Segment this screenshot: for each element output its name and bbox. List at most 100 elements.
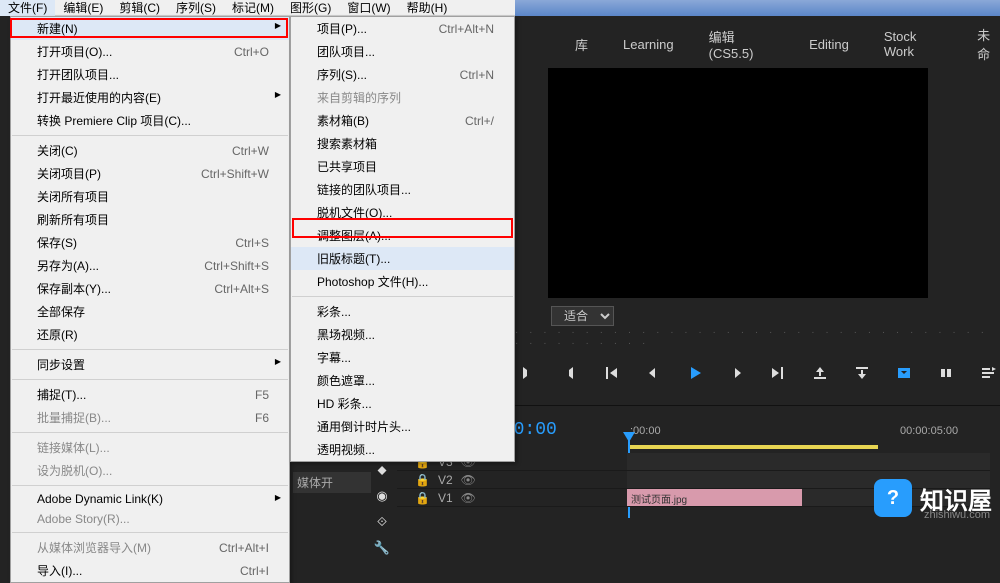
mark-out-button[interactable]: [557, 361, 581, 385]
menubar-item[interactable]: 剪辑(C): [111, 0, 168, 16]
menu-item[interactable]: 团队项目...: [291, 40, 514, 63]
track-label: V2: [438, 473, 453, 487]
menu-separator: [12, 135, 288, 136]
menu-separator: [292, 296, 513, 297]
menu-separator: [12, 379, 288, 380]
menu-item[interactable]: 关闭项目(P)Ctrl+Shift+W: [11, 162, 289, 185]
window-titlebar: [515, 0, 1000, 16]
menu-item[interactable]: 旧版标题(T)...: [291, 247, 514, 270]
wrench-icon[interactable]: 🔧: [374, 540, 390, 556]
track-header[interactable]: 🔒 V2 👁: [397, 473, 627, 487]
lock-icon[interactable]: 🔒: [415, 473, 430, 487]
menu-item[interactable]: 新建(N)▶: [11, 17, 289, 40]
menu-item[interactable]: 彩条...: [291, 300, 514, 323]
go-to-out-button[interactable]: [767, 361, 791, 385]
zoom-select[interactable]: 适合: [551, 306, 614, 326]
track-header[interactable]: 🔒 V1 👁: [397, 491, 627, 505]
settings-button[interactable]: [976, 361, 1000, 385]
viewer-time-ruler: · · · · · · · · · · · · · · · · · · · · …: [515, 330, 1000, 346]
menu-item[interactable]: 转换 Premiere Clip 项目(C)...: [11, 109, 289, 132]
menubar-item[interactable]: 窗口(W): [339, 0, 398, 16]
menu-item: 来自剪辑的序列: [291, 86, 514, 109]
mark-in-button[interactable]: [515, 361, 539, 385]
timeline-ruler[interactable]: :00:00 00:00:05:00: [620, 425, 990, 455]
workspace-tab[interactable]: Learning: [623, 37, 674, 52]
menu-item[interactable]: 还原(R): [11, 323, 289, 346]
menu-item[interactable]: 捕捉(T)...F5: [11, 383, 289, 406]
menu-item[interactable]: 全部保存: [11, 300, 289, 323]
eye-icon[interactable]: 👁: [461, 473, 476, 487]
menu-item: 设为脱机(O)...: [11, 459, 289, 482]
new-submenu-dropdown: 项目(P)...Ctrl+Alt+N团队项目...序列(S)...Ctrl+N来…: [290, 16, 515, 462]
menubar-item[interactable]: 序列(S): [168, 0, 224, 16]
workspace-tab[interactable]: Stock Work: [884, 29, 942, 59]
step-forward-button[interactable]: [725, 361, 749, 385]
menu-item: 链接媒体(L)...: [11, 436, 289, 459]
menu-item[interactable]: 刷新所有项目: [11, 208, 289, 231]
workspace-tab[interactable]: 库: [575, 35, 588, 54]
menu-separator: [12, 432, 288, 433]
link-icon[interactable]: ⟐: [377, 514, 387, 530]
menu-item[interactable]: 保存副本(Y)...Ctrl+Alt+S: [11, 277, 289, 300]
menubar-item[interactable]: 帮助(H): [399, 0, 456, 16]
menu-item[interactable]: 同步设置▶: [11, 353, 289, 376]
file-menu-dropdown: 新建(N)▶打开项目(O)...Ctrl+O打开团队项目...打开最近使用的内容…: [10, 16, 290, 583]
menu-item[interactable]: 调整图层(A)...: [291, 224, 514, 247]
track-label: V1: [438, 491, 453, 505]
snap-icon[interactable]: ⬥: [377, 462, 386, 478]
menubar-item[interactable]: 图形(G): [282, 0, 339, 16]
play-button[interactable]: [683, 361, 707, 385]
timeline-clip[interactable]: 测试页面.jpg: [627, 489, 802, 506]
menu-item[interactable]: 打开团队项目...: [11, 63, 289, 86]
menu-item[interactable]: 搜索素材箱: [291, 132, 514, 155]
menu-item[interactable]: 打开最近使用的内容(E)▶: [11, 86, 289, 109]
work-area-bar[interactable]: [628, 445, 878, 449]
eye-icon[interactable]: 👁: [461, 491, 476, 505]
menu-item: 批量捕捉(B)...F6: [11, 406, 289, 429]
menu-item[interactable]: 关闭所有项目: [11, 185, 289, 208]
menu-item[interactable]: 导入(I)...Ctrl+I: [11, 559, 289, 582]
menu-item[interactable]: 颜色遮罩...: [291, 369, 514, 392]
menu-item[interactable]: Photoshop 文件(H)...: [291, 270, 514, 293]
menu-item[interactable]: HD 彩条...: [291, 392, 514, 415]
track-body[interactable]: [627, 453, 990, 470]
menu-item[interactable]: 另存为(A)...Ctrl+Shift+S: [11, 254, 289, 277]
go-to-in-button[interactable]: [599, 361, 623, 385]
menu-separator: [12, 485, 288, 486]
menu-item[interactable]: 链接的团队项目...: [291, 178, 514, 201]
marker-icon[interactable]: ◉: [376, 488, 387, 504]
menu-item[interactable]: 脱机文件(O)...: [291, 201, 514, 224]
ruler-label: :00:00: [630, 425, 661, 437]
submenu-arrow-icon: ▶: [275, 357, 281, 366]
lift-button[interactable]: [808, 361, 832, 385]
menu-item[interactable]: 关闭(C)Ctrl+W: [11, 139, 289, 162]
menu-item[interactable]: 已共享项目: [291, 155, 514, 178]
watermark-icon: ?: [874, 479, 912, 517]
menu-item[interactable]: 黑场视频...: [291, 323, 514, 346]
menubar-item[interactable]: 标记(M): [224, 0, 282, 16]
menu-item[interactable]: 透明视频...: [291, 438, 514, 461]
menubar-item[interactable]: 编辑(E): [55, 0, 111, 16]
menubar-item[interactable]: 文件(F): [0, 0, 55, 16]
menu-separator: [12, 349, 288, 350]
menu-item[interactable]: 打开项目(O)...Ctrl+O: [11, 40, 289, 63]
menu-item[interactable]: Adobe Dynamic Link(K)▶: [11, 489, 289, 509]
extract-button[interactable]: [850, 361, 874, 385]
step-back-button[interactable]: [641, 361, 665, 385]
menu-item[interactable]: 通用倒计时片头...: [291, 415, 514, 438]
menu-item: 从媒体浏览器导入(M)Ctrl+Alt+I: [11, 536, 289, 559]
program-monitor: [548, 68, 928, 298]
comparison-button[interactable]: [934, 361, 958, 385]
menu-item[interactable]: 字幕...: [291, 346, 514, 369]
workspace-tab[interactable]: 未命: [977, 25, 1000, 63]
menu-item[interactable]: 序列(S)...Ctrl+N: [291, 63, 514, 86]
menu-item[interactable]: 保存(S)Ctrl+S: [11, 231, 289, 254]
workspace-tab[interactable]: 编辑 (CS5.5): [709, 27, 774, 61]
menu-item: Adobe Story(R)...: [11, 509, 289, 529]
export-frame-button[interactable]: [892, 361, 916, 385]
ruler-label: 00:00:05:00: [900, 425, 958, 437]
menu-item[interactable]: 项目(P)...Ctrl+Alt+N: [291, 17, 514, 40]
menu-item[interactable]: 素材箱(B)Ctrl+/: [291, 109, 514, 132]
workspace-tab[interactable]: Editing: [809, 37, 849, 52]
lock-icon[interactable]: 🔒: [415, 491, 430, 505]
